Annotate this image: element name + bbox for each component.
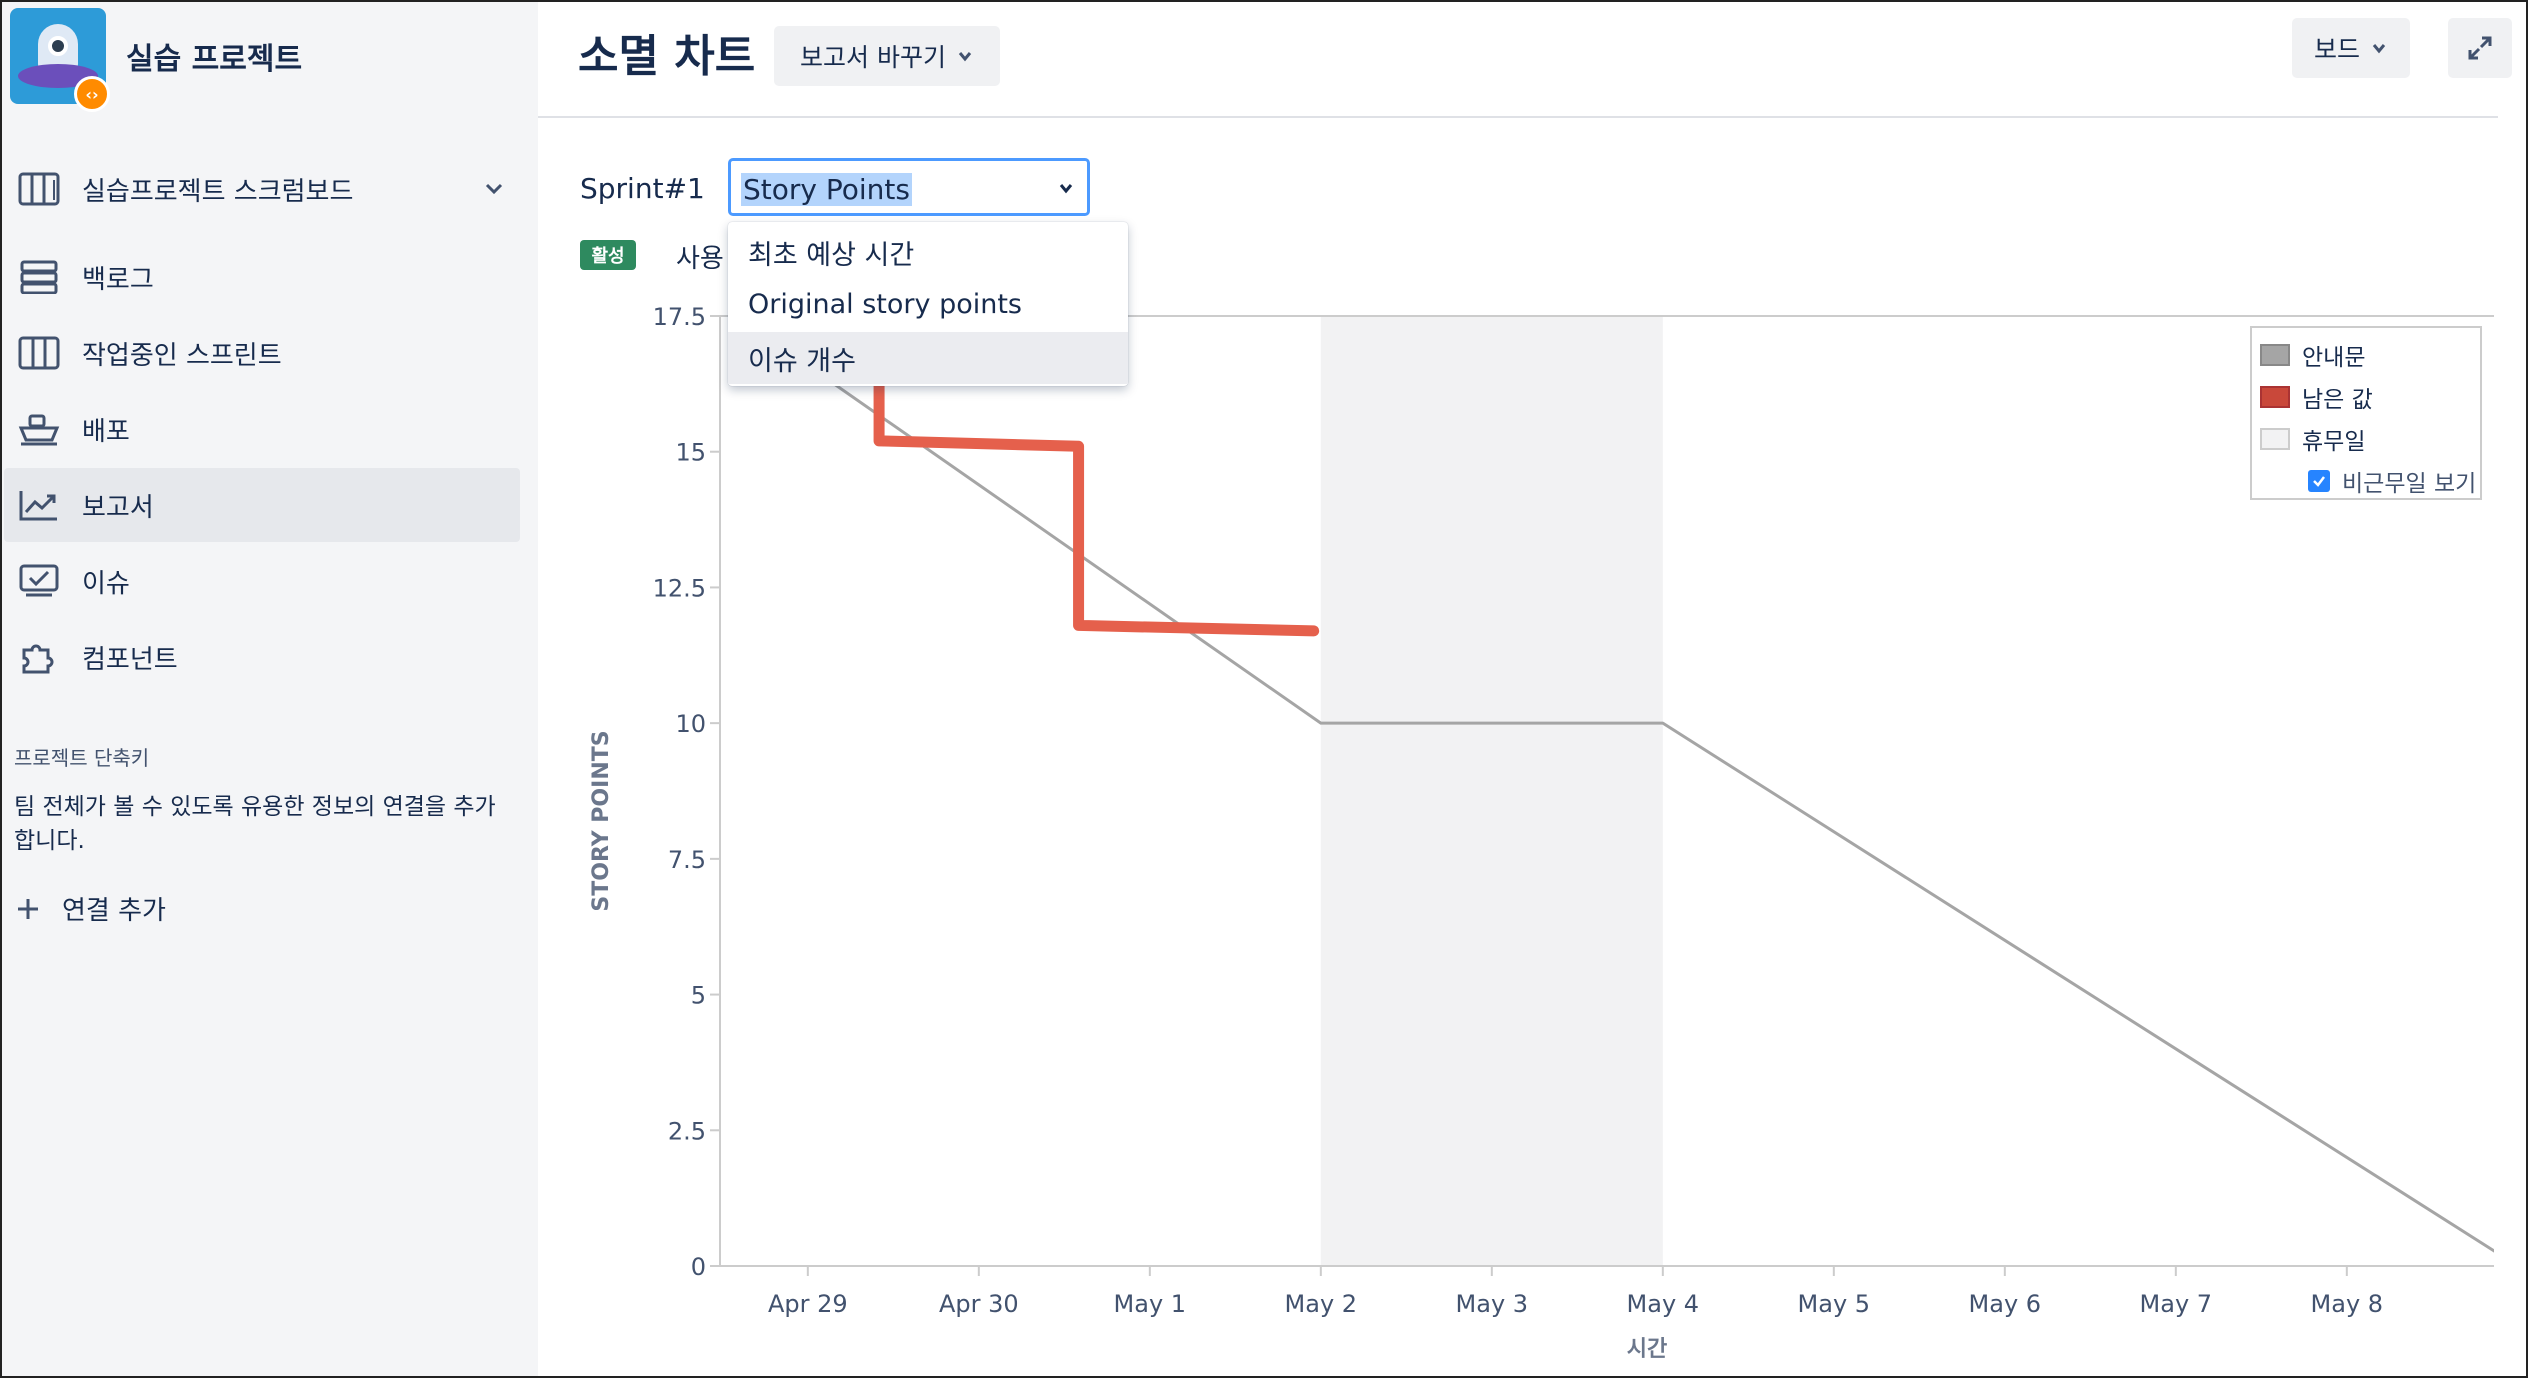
- sidebar-item-label: 보고서: [82, 492, 154, 523]
- x-tick-label: May 8: [2311, 1290, 2384, 1318]
- switch-report-button[interactable]: 보고서 바꾸기: [774, 26, 1000, 86]
- y-axis-title: STORY POINTS: [589, 730, 614, 911]
- x-tick-label: May 7: [2140, 1290, 2213, 1318]
- sidebar-item-label: 배포: [82, 416, 130, 447]
- ship-icon: [18, 414, 60, 446]
- sprint-selector[interactable]: Sprint#1: [580, 172, 705, 205]
- x-tick-label: May 4: [1627, 1290, 1700, 1318]
- sidebar: ‹› 실습 프로젝트 실습프로젝트 스크럼보드 백로그 작업중인 스프린트 배포…: [0, 0, 538, 1378]
- chevron-down-icon: [2372, 44, 2386, 54]
- x-tick-label: Apr 30: [939, 1290, 1019, 1318]
- project-name[interactable]: 실습 프로젝트: [126, 34, 302, 78]
- code-badge-icon: ‹›: [74, 76, 110, 112]
- legend-swatch: [2260, 344, 2290, 366]
- ufo-eye-shape: [48, 36, 68, 56]
- show-nonworking-label: 비근무일 보기: [2342, 471, 2477, 497]
- y-tick-label: 0: [691, 1253, 706, 1281]
- chevron-down-icon[interactable]: [482, 176, 506, 200]
- checkbox-checked-icon[interactable]: [2308, 470, 2330, 492]
- board-icon: [18, 172, 60, 206]
- dropdown-option-issue-count[interactable]: 이슈 개수: [728, 332, 1128, 384]
- sidebar-item-active-sprint[interactable]: 작업중인 스프린트: [4, 316, 520, 390]
- y-tick-label: 17.5: [653, 303, 706, 331]
- x-tick-label: May 3: [1456, 1290, 1529, 1318]
- sidebar-item-label: 작업중인 스프린트: [82, 340, 282, 371]
- board-button-label: 보드: [2313, 35, 2360, 64]
- burndown-chart: 0 2.5 5 7.5 10 12.5 15 17.5 Apr 29 Apr 30 May 1 May…: [589, 303, 2494, 1362]
- status-badge: 활성: [580, 240, 636, 270]
- expand-icon: [2468, 36, 2492, 60]
- legend-entry-nonworking: 휴무일: [2260, 422, 2365, 456]
- y-tick-label: 7.5: [668, 846, 706, 874]
- legend-entry-remaining: 남은 값: [2260, 380, 2373, 414]
- sidebar-item-issues[interactable]: 이슈: [4, 544, 520, 618]
- page-title: 소멸 차트: [578, 31, 756, 82]
- header-divider: [538, 116, 2498, 118]
- project-shortcuts-heading: 프로젝트 단축키: [14, 746, 150, 770]
- puzzle-icon: [22, 644, 54, 674]
- project-shortcuts-description: 팀 전체가 볼 수 있도록 유용한 정보의 연결을 추가합니다.: [14, 794, 496, 854]
- legend-swatch: [2260, 428, 2290, 450]
- sidebar-item-backlog[interactable]: 백로그: [4, 240, 520, 314]
- show-nonworking-toggle[interactable]: 비근무일 보기: [2308, 464, 2476, 498]
- backlog-icon: [20, 260, 58, 294]
- fullscreen-button[interactable]: [2448, 18, 2512, 78]
- x-tick-label: May 6: [1969, 1290, 2042, 1318]
- estimate-select-value: Story Points: [741, 173, 912, 206]
- chevron-down-icon: [958, 52, 972, 62]
- chart-legend: 안내문 남은 값 휴무일 비근무일 보기: [2250, 326, 2482, 500]
- add-link-label: 연결 추가: [62, 896, 166, 926]
- sidebar-item-releases[interactable]: 배포: [4, 392, 520, 466]
- issues-icon: [19, 564, 59, 597]
- sidebar-item-reports[interactable]: 보고서: [4, 468, 520, 542]
- y-tick-label: 10: [675, 710, 706, 738]
- sidebar-item-components[interactable]: 컴포넌트: [4, 620, 520, 694]
- plus-icon: [18, 898, 38, 919]
- y-tick-label: 15: [675, 439, 706, 467]
- legend-swatch: [2260, 386, 2290, 408]
- x-tick-label: May 1: [1114, 1290, 1187, 1318]
- add-link-button[interactable]: 연결 추가: [14, 890, 166, 927]
- estimate-select[interactable]: Story Points: [728, 158, 1090, 216]
- sprint-columns-icon: [18, 336, 60, 370]
- x-tick-label: May 5: [1798, 1290, 1871, 1318]
- sidebar-item-label: 백로그: [82, 264, 154, 295]
- dropdown-option-original-time[interactable]: 최초 예상 시간: [728, 226, 1128, 278]
- sprint-usage-text: 사용: [676, 244, 724, 274]
- switch-report-label: 보고서 바꾸기: [800, 43, 946, 72]
- y-tick-label: 5: [691, 982, 706, 1010]
- nonworking-band: [1320, 316, 1663, 1266]
- dropdown-option-original-story-points[interactable]: Original story points: [728, 278, 1128, 330]
- sidebar-item-label: 실습프로젝트 스크럼보드: [82, 176, 354, 207]
- legend-label: 남은 값: [2302, 387, 2373, 413]
- legend-label: 휴무일: [2302, 429, 2366, 455]
- board-button[interactable]: 보드: [2292, 18, 2410, 78]
- sidebar-item-label: 컴포넌트: [82, 644, 178, 675]
- y-tick-label: 12.5: [653, 574, 706, 602]
- legend-entry-guideline: 안내문: [2260, 338, 2365, 372]
- x-tick-label: May 2: [1285, 1290, 1358, 1318]
- sidebar-item-scrum-board[interactable]: 실습프로젝트 스크럼보드: [4, 152, 520, 226]
- estimate-dropdown-menu: 최초 예상 시간 Original story points 이슈 개수: [728, 222, 1128, 386]
- x-axis-title: 시간: [1627, 1337, 1667, 1362]
- chart-line-icon: [19, 491, 57, 521]
- chevron-down-icon: [1059, 184, 1073, 194]
- legend-label: 안내문: [2302, 345, 2366, 371]
- y-tick-label: 2.5: [668, 1117, 706, 1145]
- sidebar-item-label: 이슈: [82, 568, 130, 599]
- x-tick-label: Apr 29: [768, 1290, 848, 1318]
